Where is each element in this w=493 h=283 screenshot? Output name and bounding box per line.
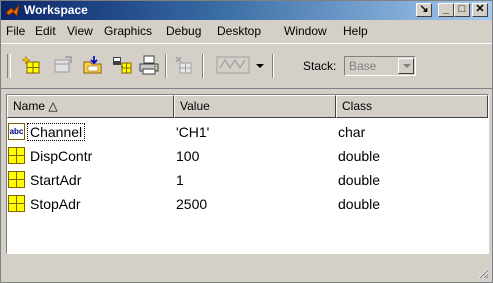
toolbar-grip[interactable] bbox=[7, 54, 11, 78]
matrix-variable-icon bbox=[8, 147, 25, 164]
matrix-variable-icon bbox=[8, 195, 25, 212]
workspace-window: Workspace ↘ _ □ ✕ File Edit View Graphic… bbox=[0, 0, 493, 283]
resize-grip-icon[interactable] bbox=[477, 267, 489, 279]
variable-value: 100 bbox=[176, 148, 200, 164]
matrix-variable-icon bbox=[8, 171, 25, 188]
maximize-icon: □ bbox=[458, 3, 466, 15]
undock-button[interactable]: ↘ bbox=[416, 3, 432, 17]
stack-select-value: Base bbox=[349, 59, 377, 73]
toolbar-separator bbox=[272, 54, 274, 78]
variable-name: StartAdr bbox=[30, 172, 82, 188]
toolbar-separator bbox=[202, 54, 204, 78]
close-button[interactable]: ✕ bbox=[472, 3, 488, 17]
column-header-class[interactable]: Class bbox=[336, 95, 488, 118]
maximize-button[interactable]: □ bbox=[454, 3, 470, 17]
variable-name: Channel bbox=[26, 123, 86, 141]
window-title: Workspace bbox=[24, 3, 88, 17]
variable-name: DispContr bbox=[30, 148, 93, 164]
variable-name: StopAdr bbox=[30, 196, 81, 212]
menu-window[interactable]: Window bbox=[284, 24, 327, 38]
new-variable-icon[interactable] bbox=[22, 54, 44, 76]
title-bar[interactable]: Workspace ↘ _ □ ✕ bbox=[1, 1, 492, 20]
menu-edit[interactable]: Edit bbox=[35, 24, 56, 38]
menu-debug[interactable]: Debug bbox=[166, 24, 201, 38]
variable-class: double bbox=[338, 148, 381, 164]
table-row[interactable]: DispContr 100 double bbox=[7, 144, 488, 168]
stack-label: Stack: bbox=[303, 59, 337, 73]
variable-class: double bbox=[338, 196, 381, 212]
print-icon[interactable] bbox=[138, 54, 160, 76]
variable-value: 2500 bbox=[176, 196, 208, 212]
stack-select[interactable]: Base bbox=[344, 56, 416, 76]
menu-desktop[interactable]: Desktop bbox=[217, 24, 261, 38]
workspace-table: Name △ Value Class abc Channel 'CH1' cha… bbox=[6, 94, 489, 254]
variable-class: double bbox=[338, 172, 381, 188]
matlab-logo-icon bbox=[5, 3, 20, 17]
char-variable-icon: abc bbox=[8, 123, 25, 140]
table-row[interactable]: StartAdr 1 double bbox=[7, 168, 488, 192]
menu-view[interactable]: View bbox=[67, 24, 93, 38]
save-icon[interactable] bbox=[111, 54, 133, 76]
toolbar-separator bbox=[165, 54, 167, 78]
undock-icon: ↘ bbox=[419, 3, 429, 15]
delete-icon[interactable] bbox=[173, 54, 195, 76]
chevron-down-icon[interactable] bbox=[398, 58, 414, 74]
open-selection-icon[interactable] bbox=[52, 54, 74, 76]
minimize-button[interactable]: _ bbox=[438, 3, 454, 17]
table-row[interactable]: abc Channel 'CH1' char bbox=[7, 120, 488, 144]
variable-value: 1 bbox=[176, 172, 184, 188]
variable-class: char bbox=[338, 124, 366, 140]
variable-value: 'CH1' bbox=[176, 124, 210, 140]
close-icon: ✕ bbox=[475, 3, 485, 15]
menu-file[interactable]: File bbox=[6, 24, 25, 38]
column-header-value[interactable]: Value bbox=[174, 95, 336, 118]
minimize-icon: _ bbox=[442, 3, 450, 15]
plot-selection-icon[interactable] bbox=[216, 54, 250, 76]
status-bar bbox=[1, 259, 492, 282]
menu-bar: File Edit View Graphics Debug Desktop Wi… bbox=[1, 21, 492, 41]
table-row[interactable]: StopAdr 2500 double bbox=[7, 192, 488, 216]
column-header-name[interactable]: Name △ bbox=[7, 95, 174, 118]
menu-help[interactable]: Help bbox=[343, 24, 368, 38]
toolbar: Stack: Base bbox=[1, 43, 492, 89]
plot-dropdown-icon[interactable] bbox=[254, 54, 266, 76]
import-data-icon[interactable] bbox=[82, 54, 104, 76]
menu-graphics[interactable]: Graphics bbox=[104, 24, 152, 38]
